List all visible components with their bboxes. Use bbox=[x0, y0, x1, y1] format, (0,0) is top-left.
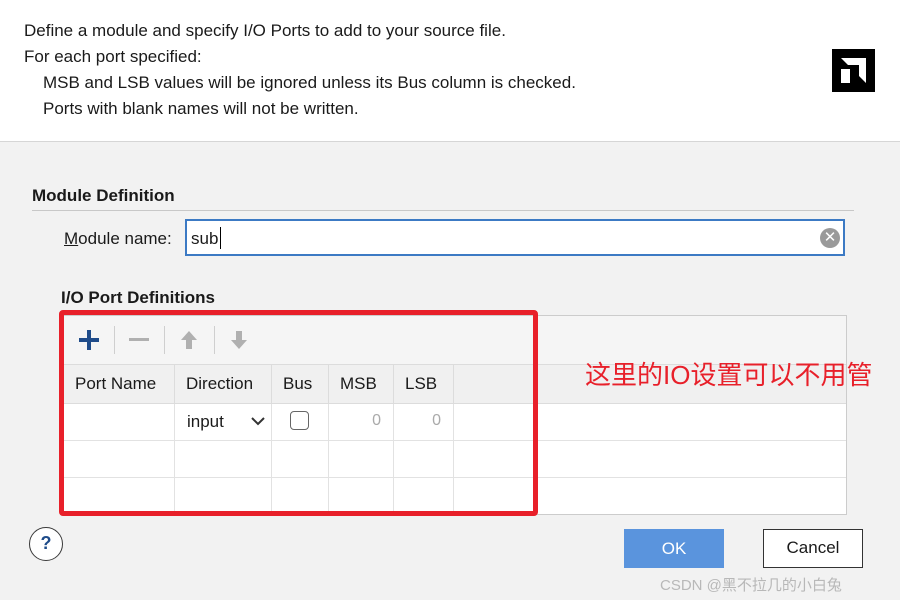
module-name-label-text: odule name: bbox=[78, 229, 172, 248]
dialog-header: Define a module and specify I/O Ports to… bbox=[0, 0, 900, 142]
module-name-label: Module name: bbox=[64, 229, 172, 249]
header-line-3: MSB and LSB values will be ignored unles… bbox=[43, 73, 576, 92]
module-name-input[interactable]: sub ✕ bbox=[185, 219, 845, 256]
header-line-2: For each port specified: bbox=[24, 47, 202, 66]
header-line-4: Ports with blank names will not be writt… bbox=[43, 99, 359, 118]
cancel-button[interactable]: Cancel bbox=[763, 529, 863, 568]
section-divider bbox=[32, 210, 854, 211]
text-caret bbox=[220, 227, 221, 249]
module-definition-title: Module Definition bbox=[32, 186, 175, 205]
clear-icon[interactable]: ✕ bbox=[820, 228, 840, 248]
ok-button[interactable]: OK bbox=[624, 529, 724, 568]
watermark: CSDN @黑不拉几的小白兔 bbox=[660, 577, 842, 594]
module-name-value[interactable]: sub bbox=[191, 229, 218, 249]
mnemonic-letter: M bbox=[64, 229, 79, 248]
annotation-highlight-box bbox=[59, 310, 538, 516]
header-line-1: Define a module and specify I/O Ports to… bbox=[24, 21, 506, 40]
annotation-text: 这里的IO设置可以不用管 bbox=[585, 360, 873, 390]
io-port-definitions-title: I/O Port Definitions bbox=[61, 288, 215, 307]
amd-logo-icon bbox=[832, 49, 875, 92]
help-button[interactable]: ? bbox=[29, 527, 63, 561]
